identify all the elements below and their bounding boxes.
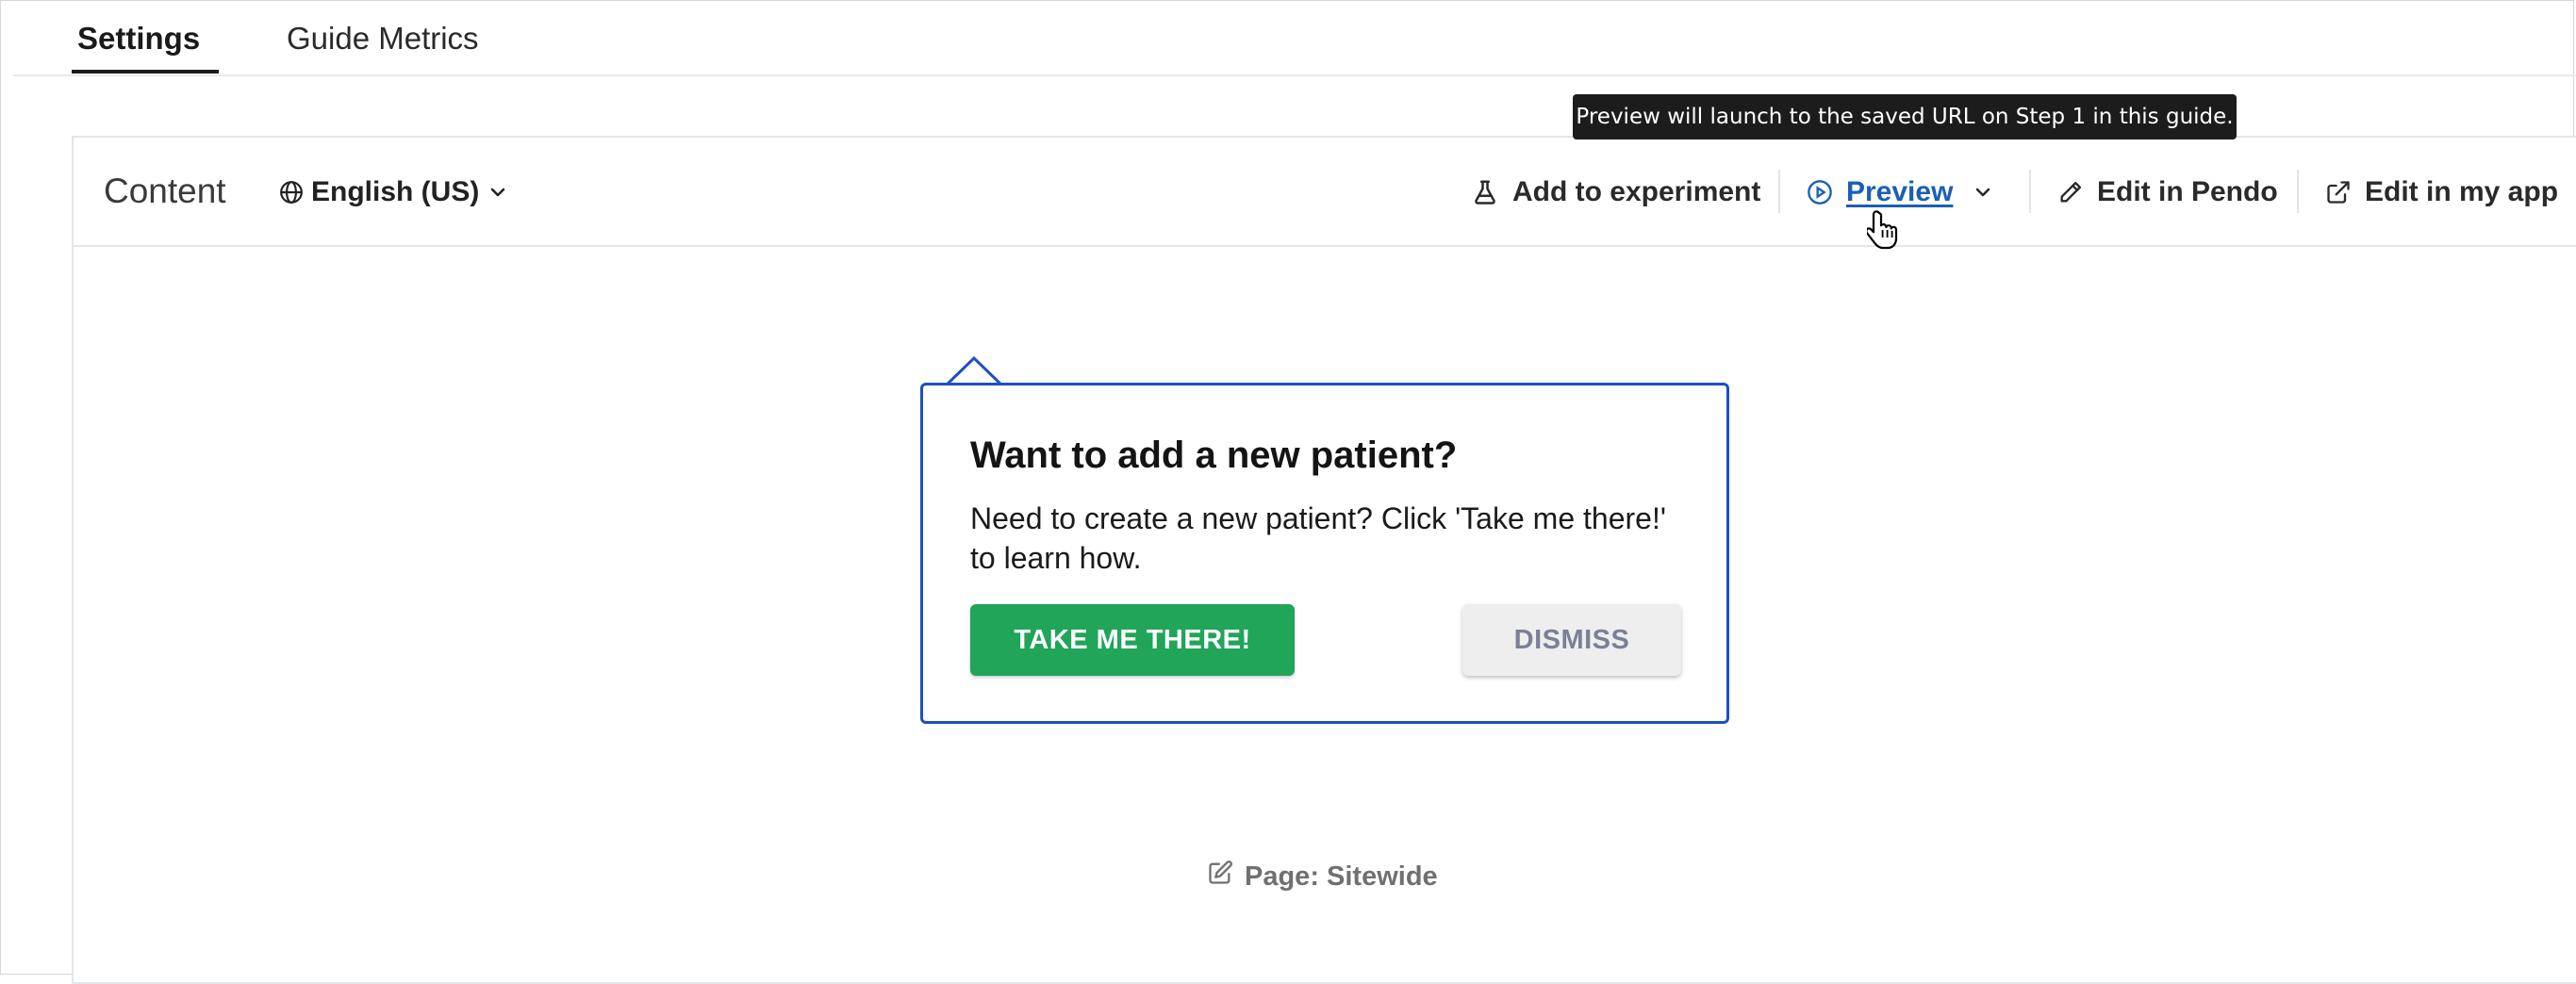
add-to-experiment-button[interactable]: Add to experiment (1471, 175, 1760, 209)
hand-cursor-icon (1865, 209, 1899, 257)
page-sitewide-link[interactable]: Page: Sitewide (1207, 858, 1438, 895)
preview-tooltip: Preview will launch to the saved URL on … (1573, 94, 2237, 139)
edit-in-pendo-button[interactable]: Edit in Pendo (2057, 175, 2278, 209)
language-label: English (US) (311, 176, 480, 207)
content-header: Content English (US) Add to experiment P… (74, 138, 2576, 247)
divider (1778, 170, 1780, 213)
edit-in-my-app-label: Edit in my app (2365, 176, 2559, 207)
edit-square-icon (1207, 860, 1233, 894)
flask-icon (1471, 177, 1499, 207)
chevron-down-icon[interactable] (1972, 181, 1994, 204)
preview-label: Preview (1846, 176, 1954, 207)
tab-guide-metrics[interactable]: Guide Metrics (287, 21, 479, 57)
divider (2029, 170, 2031, 213)
add-to-experiment-label: Add to experiment (1512, 176, 1761, 207)
dismiss-button[interactable]: DISMISS (1462, 604, 1681, 676)
preview-button[interactable]: Preview (1807, 175, 1994, 209)
caret-gap (920, 383, 1729, 386)
edit-in-my-app-button[interactable]: Edit in my app (2325, 175, 2558, 209)
content-title: Content (104, 172, 226, 210)
active-tab-indicator (72, 70, 219, 74)
page-label: Page: Sitewide (1245, 861, 1438, 892)
tab-bar: Settings Guide Metrics (13, 0, 2576, 76)
language-selector[interactable]: English (US) (279, 175, 509, 209)
pencil-icon (2057, 179, 2084, 205)
guide-body: Need to create a new patient? Click 'Tak… (970, 501, 1666, 575)
play-circle-icon (1807, 179, 1833, 205)
take-me-there-button[interactable]: TAKE ME THERE! (970, 604, 1295, 676)
divider (2297, 170, 2299, 213)
chevron-down-icon (487, 181, 509, 204)
guide-tooltip-card: Want to add a new patient? Need to creat… (920, 383, 1729, 724)
external-link-icon (2325, 179, 2352, 205)
guide-title: Want to add a new patient? (970, 435, 1458, 476)
globe-icon (279, 180, 304, 205)
tab-settings[interactable]: Settings (77, 21, 200, 57)
edit-in-pendo-label: Edit in Pendo (2097, 176, 2278, 207)
